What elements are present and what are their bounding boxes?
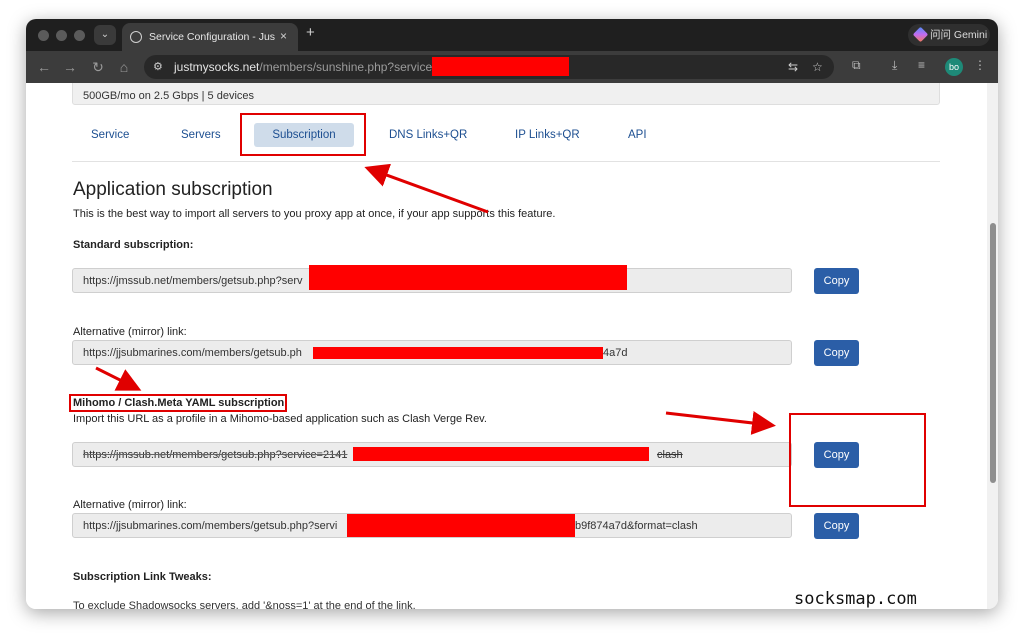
minimize-window-button[interactable] <box>56 30 67 41</box>
scrollbar-thumb[interactable] <box>990 223 996 483</box>
bookmark-star-icon[interactable]: ☆ <box>812 60 823 74</box>
page-content: 500GB/mo on 2.5 Gbps | 5 devices Service… <box>26 83 987 609</box>
gemini-button[interactable]: 问问 Gemini <box>908 24 990 46</box>
arrow-to-subscription-tab <box>364 163 489 214</box>
browser-toolbar: ← → ↻ ⌂ ⚙ justmysocks.net/members/sunshi… <box>26 51 998 83</box>
tab-bar: ⌄ Service Configuration - Just M × + 问问 … <box>26 19 998 51</box>
new-tab-button[interactable]: + <box>306 24 315 41</box>
gemini-icon <box>912 26 929 43</box>
gemini-label: 问问 Gemini <box>930 29 988 41</box>
download-icon[interactable]: ⤓ <box>892 58 897 73</box>
address-url: justmysocks.net/members/sunshine.php?ser… <box>174 60 450 74</box>
translate-icon[interactable]: ⇆ <box>788 60 798 74</box>
tab-search-button[interactable]: ⌄ <box>94 25 116 45</box>
page-scrollbar[interactable] <box>987 83 998 609</box>
home-icon[interactable]: ⌂ <box>114 57 134 77</box>
chevron-down-icon: ⌄ <box>100 29 110 40</box>
back-arrow-icon[interactable]: ← <box>34 57 54 77</box>
redaction-bar <box>432 57 569 76</box>
arrow-to-copy-button <box>665 411 776 435</box>
close-window-button[interactable] <box>38 30 49 41</box>
browser-tab[interactable]: Service Configuration - Just M × <box>122 23 298 51</box>
maximize-window-button[interactable] <box>74 30 85 41</box>
avatar[interactable]: bo <box>945 58 963 76</box>
tab-close-icon[interactable]: × <box>280 29 287 43</box>
site-info-icon[interactable]: ⚙ <box>153 60 163 73</box>
annotation-arrows <box>95 163 776 435</box>
arrow-to-mihomo-label <box>95 366 142 391</box>
reading-list-icon[interactable]: ≡ <box>918 58 925 72</box>
browser-window: ⌄ Service Configuration - Just M × + 问问 … <box>26 19 998 609</box>
address-bar[interactable]: ⚙ justmysocks.net/members/sunshine.php?s… <box>144 55 834 79</box>
forward-arrow-icon[interactable]: → <box>60 57 80 77</box>
reload-icon[interactable]: ↻ <box>88 57 108 77</box>
tab-title: Service Configuration - Just M <box>149 31 275 43</box>
extensions-icon[interactable]: ⧉ <box>852 58 861 73</box>
menu-icon[interactable]: ⋮ <box>974 58 986 72</box>
globe-icon <box>130 31 142 43</box>
